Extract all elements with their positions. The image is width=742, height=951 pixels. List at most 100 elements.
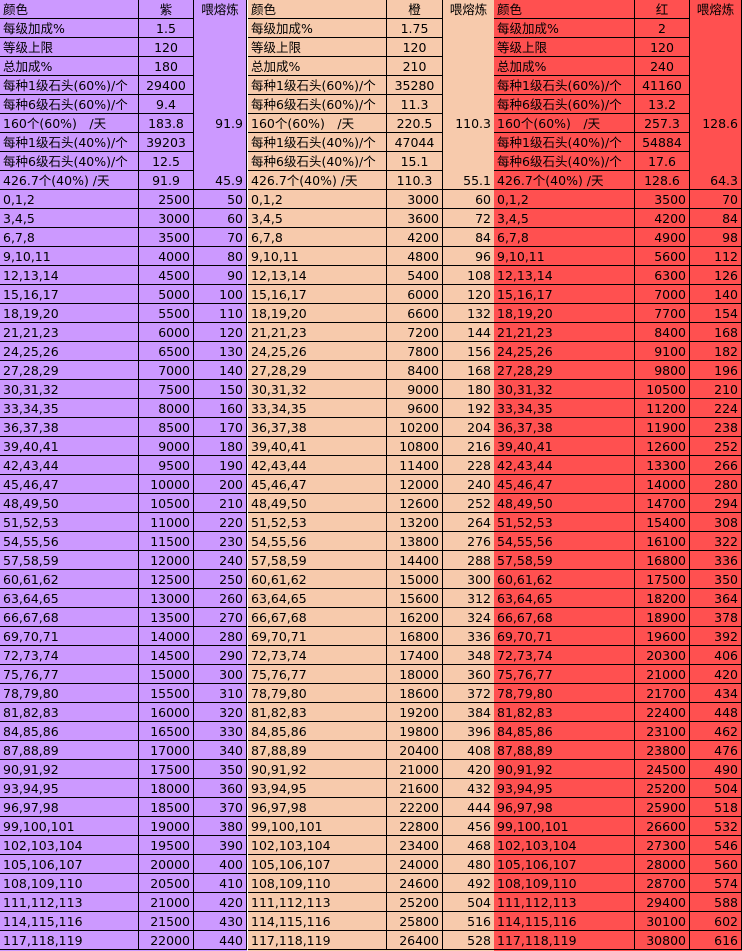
level-exp-cell[interactable]: 21000 [139, 893, 194, 912]
level-feed-cell[interactable]: 216 [443, 437, 495, 456]
stat-label-cell[interactable]: 426.7个(40%) /天 [0, 171, 139, 190]
stat-value-cell[interactable]: 257.3 [635, 114, 690, 133]
level-feed-cell[interactable]: 330 [194, 722, 247, 741]
level-range-cell[interactable]: 36,37,38 [0, 418, 139, 437]
level-feed-cell[interactable]: 310 [194, 684, 247, 703]
level-feed-cell[interactable]: 504 [690, 779, 742, 798]
level-exp-cell[interactable]: 16800 [387, 627, 443, 646]
level-exp-cell[interactable]: 21000 [387, 760, 443, 779]
level-feed-cell[interactable]: 560 [690, 855, 742, 874]
level-exp-cell[interactable]: 3500 [635, 190, 690, 209]
level-range-cell[interactable]: 6,7,8 [0, 228, 139, 247]
level-range-cell[interactable]: 45,46,47 [248, 475, 387, 494]
level-exp-cell[interactable]: 9500 [139, 456, 194, 475]
level-range-cell[interactable]: 45,46,47 [494, 475, 635, 494]
level-range-cell[interactable]: 39,40,41 [248, 437, 387, 456]
level-feed-cell[interactable]: 112 [690, 247, 742, 266]
level-feed-cell[interactable]: 280 [194, 627, 247, 646]
level-exp-cell[interactable]: 11900 [635, 418, 690, 437]
level-range-cell[interactable]: 102,103,104 [0, 836, 139, 855]
level-range-cell[interactable]: 99,100,101 [248, 817, 387, 836]
level-exp-cell[interactable]: 19800 [387, 722, 443, 741]
level-feed-cell[interactable]: 154 [690, 304, 742, 323]
stat-feed-cell[interactable] [690, 95, 742, 114]
level-feed-cell[interactable]: 264 [443, 513, 495, 532]
level-exp-cell[interactable]: 4200 [635, 209, 690, 228]
level-exp-cell[interactable]: 11000 [139, 513, 194, 532]
level-exp-cell[interactable]: 23100 [635, 722, 690, 741]
stat-label-cell[interactable]: 总加成% [248, 57, 387, 76]
stat-label-cell[interactable]: 160个(60%) /天 [494, 114, 635, 133]
level-range-cell[interactable]: 93,94,95 [248, 779, 387, 798]
stat-value-cell[interactable]: 29400 [139, 76, 194, 95]
level-feed-cell[interactable]: 546 [690, 836, 742, 855]
level-exp-cell[interactable]: 11200 [635, 399, 690, 418]
level-feed-cell[interactable]: 108 [443, 266, 495, 285]
level-exp-cell[interactable]: 7500 [139, 380, 194, 399]
level-range-cell[interactable]: 21,21,23 [0, 323, 139, 342]
level-feed-cell[interactable]: 444 [443, 798, 495, 817]
level-range-cell[interactable]: 0,1,2 [248, 190, 387, 209]
level-exp-cell[interactable]: 24600 [387, 874, 443, 893]
stat-feed-cell[interactable]: 55.1 [443, 171, 495, 190]
level-exp-cell[interactable]: 16800 [635, 551, 690, 570]
stat-label-cell[interactable]: 每种6级石头(60%)/个 [494, 95, 635, 114]
level-feed-cell[interactable]: 132 [443, 304, 495, 323]
level-range-cell[interactable]: 42,43,44 [248, 456, 387, 475]
level-exp-cell[interactable]: 22800 [387, 817, 443, 836]
level-exp-cell[interactable]: 26400 [387, 931, 443, 950]
level-range-cell[interactable]: 69,70,71 [0, 627, 139, 646]
level-range-cell[interactable]: 84,85,86 [0, 722, 139, 741]
level-exp-cell[interactable]: 9000 [387, 380, 443, 399]
level-exp-cell[interactable]: 24500 [635, 760, 690, 779]
level-range-cell[interactable]: 108,109,110 [248, 874, 387, 893]
stat-feed-cell[interactable] [194, 19, 247, 38]
stat-value-cell[interactable]: 2 [635, 19, 690, 38]
level-feed-cell[interactable]: 190 [194, 456, 247, 475]
level-feed-cell[interactable]: 294 [690, 494, 742, 513]
level-range-cell[interactable]: 63,64,65 [494, 589, 635, 608]
level-feed-cell[interactable]: 336 [690, 551, 742, 570]
level-exp-cell[interactable]: 7200 [387, 323, 443, 342]
level-exp-cell[interactable]: 18600 [387, 684, 443, 703]
level-range-cell[interactable]: 63,64,65 [248, 589, 387, 608]
level-exp-cell[interactable]: 13800 [387, 532, 443, 551]
level-range-cell[interactable]: 60,61,62 [248, 570, 387, 589]
level-exp-cell[interactable]: 28700 [635, 874, 690, 893]
level-feed-cell[interactable]: 72 [443, 209, 495, 228]
level-feed-cell[interactable]: 490 [690, 760, 742, 779]
level-range-cell[interactable]: 90,91,92 [494, 760, 635, 779]
level-feed-cell[interactable]: 210 [690, 380, 742, 399]
level-range-cell[interactable]: 21,21,23 [494, 323, 635, 342]
stat-value-cell[interactable]: 15.1 [387, 152, 443, 171]
stat-label-cell[interactable]: 160个(60%) /天 [0, 114, 139, 133]
level-exp-cell[interactable]: 10200 [387, 418, 443, 437]
level-exp-cell[interactable]: 22200 [387, 798, 443, 817]
level-range-cell[interactable]: 99,100,101 [0, 817, 139, 836]
level-range-cell[interactable]: 78,79,80 [248, 684, 387, 703]
level-range-cell[interactable]: 87,88,89 [0, 741, 139, 760]
stat-label-cell[interactable]: 每种6级石头(40%)/个 [0, 152, 139, 171]
stat-value-cell[interactable]: 1.75 [387, 19, 443, 38]
stat-feed-cell[interactable]: 128.6 [690, 114, 742, 133]
level-exp-cell[interactable]: 21500 [139, 912, 194, 931]
level-range-cell[interactable]: 93,94,95 [0, 779, 139, 798]
level-feed-cell[interactable]: 532 [690, 817, 742, 836]
level-exp-cell[interactable]: 17500 [635, 570, 690, 589]
level-feed-cell[interactable]: 602 [690, 912, 742, 931]
stat-feed-cell[interactable] [443, 19, 495, 38]
level-exp-cell[interactable]: 21000 [635, 665, 690, 684]
level-exp-cell[interactable]: 6500 [139, 342, 194, 361]
level-range-cell[interactable]: 27,28,29 [0, 361, 139, 380]
level-feed-cell[interactable]: 130 [194, 342, 247, 361]
level-range-cell[interactable]: 87,88,89 [248, 741, 387, 760]
level-range-cell[interactable]: 51,52,53 [248, 513, 387, 532]
level-range-cell[interactable]: 96,97,98 [248, 798, 387, 817]
level-feed-cell[interactable]: 170 [194, 418, 247, 437]
level-exp-cell[interactable]: 10000 [139, 475, 194, 494]
level-feed-cell[interactable]: 50 [194, 190, 247, 209]
stat-feed-cell[interactable] [194, 95, 247, 114]
level-range-cell[interactable]: 12,13,14 [248, 266, 387, 285]
level-feed-cell[interactable]: 420 [194, 893, 247, 912]
level-feed-cell[interactable]: 322 [690, 532, 742, 551]
